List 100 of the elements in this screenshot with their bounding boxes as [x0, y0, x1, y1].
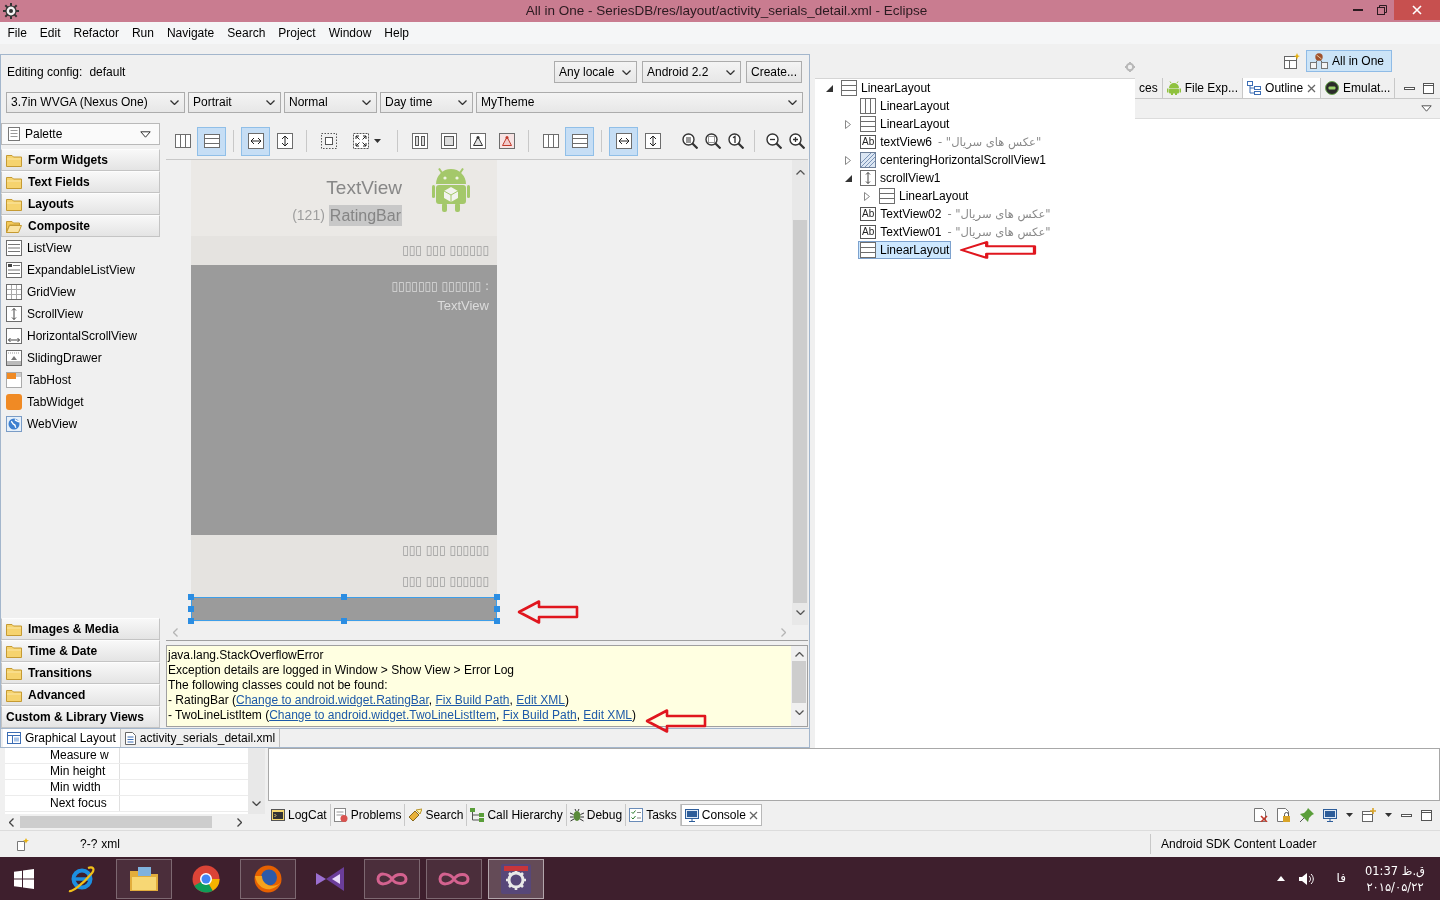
palette-category[interactable]: Time & Date — [1, 640, 160, 662]
palette-category[interactable]: Text Fields — [1, 171, 160, 193]
maximize-icon[interactable] — [1421, 809, 1432, 821]
editor-tab[interactable]: activity_serials_detail.xml — [120, 729, 281, 747]
locale-dropdown[interactable]: Any locale — [553, 61, 637, 83]
collapse-arrow-icon[interactable] — [844, 174, 852, 182]
tree-item[interactable]: LinearLayout — [877, 187, 971, 205]
page-lock-icon[interactable] — [1277, 808, 1291, 822]
minimize-icon[interactable] — [1401, 813, 1412, 817]
palette-category[interactable]: Advanced — [1, 684, 160, 706]
link[interactable]: Edit XML — [583, 708, 633, 722]
api-level-dropdown[interactable]: Android 2.2 — [641, 61, 741, 83]
resize-handle[interactable] — [341, 594, 347, 600]
input-language[interactable]: فا — [1336, 871, 1346, 886]
minimize-icon[interactable] — [1404, 86, 1415, 90]
scrollbar-thumb[interactable] — [792, 661, 806, 703]
tree-item[interactable]: scrollView1 — [858, 169, 943, 187]
link[interactable]: Fix Build Path — [502, 708, 577, 722]
palette-item[interactable]: GridView — [1, 281, 160, 303]
view-tab[interactable]: Console — [680, 804, 762, 826]
close-icon[interactable] — [748, 810, 758, 820]
orientation-dropdown[interactable]: Portrait — [188, 91, 281, 113]
perspective-button[interactable]: All in One — [1305, 50, 1392, 72]
tree-item[interactable]: centeringHorizontalScrollView1 — [858, 151, 1048, 169]
clock-time[interactable]: 01:37 ق.ظ — [1364, 862, 1426, 879]
caret-icon[interactable] — [1385, 813, 1392, 817]
menu-item[interactable]: Run — [125, 25, 161, 41]
device-dropdown[interactable]: 3.7in WVGA (Nexus One) — [6, 91, 185, 113]
scrollbar-thumb[interactable] — [793, 220, 807, 603]
taskbar-button[interactable] — [116, 858, 172, 899]
palette-item[interactable]: ScrollView — [1, 303, 160, 325]
palette-item[interactable]: TabHost — [1, 369, 160, 391]
window-plus-icon[interactable] — [1362, 808, 1376, 822]
gear-icon — [3, 3, 19, 19]
palette-item[interactable]: WebView — [1, 413, 160, 435]
expand-arrow-icon[interactable] — [864, 191, 870, 201]
palette-category[interactable]: Transitions — [1, 662, 160, 684]
editor-tab[interactable]: Graphical Layout — [3, 729, 121, 747]
expand-arrow-icon[interactable] — [845, 119, 851, 129]
resize-handle[interactable] — [341, 618, 347, 624]
tree-item[interactable]: LinearLayout — [858, 97, 952, 115]
link[interactable]: Fix Build Path — [435, 693, 510, 707]
view-tab[interactable]: Debug — [566, 804, 627, 826]
menu-item[interactable]: Navigate — [160, 25, 221, 41]
menu-item[interactable]: Window — [322, 25, 378, 41]
link[interactable]: Edit XML — [516, 693, 565, 707]
tree-item[interactable]: LinearLayout — [858, 241, 952, 259]
vertical-scrollbar[interactable] — [792, 160, 808, 625]
maximize-icon[interactable] — [1423, 82, 1434, 94]
palette-item[interactable]: ExpandableListView — [1, 259, 160, 281]
view-tab[interactable]: Call Hierarchy — [467, 804, 567, 826]
vertical-scrollbar[interactable] — [791, 646, 807, 726]
menu-item[interactable]: Search — [220, 25, 272, 41]
view-tab[interactable]: Outline — [1243, 78, 1322, 98]
view-tab[interactable]: ces — [1135, 78, 1163, 98]
speaker-icon[interactable] — [1298, 871, 1315, 886]
menu-item[interactable]: File — [1, 25, 34, 41]
view-tab[interactable]: Search — [405, 804, 468, 826]
palette-category[interactable]: Layouts — [1, 193, 160, 215]
close-button[interactable] — [1394, 0, 1440, 20]
palette-category[interactable]: Custom & Library Views — [1, 706, 160, 728]
palette-item[interactable]: ListView — [1, 237, 160, 259]
page-star-icon[interactable] — [17, 837, 29, 851]
menu-item[interactable]: Project — [271, 25, 323, 41]
palette-category[interactable]: Images & Media — [1, 618, 160, 640]
view-tab[interactable]: Tasks — [626, 804, 681, 826]
close-icon[interactable] — [1307, 83, 1317, 93]
collapse-arrow-icon[interactable] — [825, 84, 833, 92]
caret-icon[interactable] — [1346, 813, 1353, 817]
clock-date[interactable]: ۲۰۱۵/۰۵/۲۲ — [1364, 878, 1426, 895]
theme-dropdown[interactable]: MyTheme — [476, 91, 803, 113]
view-menu-icon[interactable] — [1421, 105, 1432, 112]
view-tab[interactable]: Problems — [330, 804, 406, 826]
menu-item[interactable]: Help — [377, 25, 416, 41]
palette-item[interactable]: SlidingDrawer — [1, 347, 160, 369]
tree-item[interactable]: LinearLayout — [858, 115, 952, 133]
link[interactable]: Change to android.widget.RatingBar — [236, 693, 429, 707]
expand-arrow-icon[interactable] — [845, 155, 851, 165]
palette-category[interactable]: Composite — [1, 215, 160, 237]
taskbar-button[interactable] — [240, 858, 296, 899]
create-button[interactable]: Create... — [745, 61, 802, 83]
page-cross-icon[interactable] — [1254, 808, 1268, 822]
palette-menu[interactable]: Palette — [1, 123, 160, 145]
view-tab[interactable]: Emulat... — [1321, 78, 1396, 98]
view-tab[interactable]: LogCat — [268, 804, 331, 826]
monitor-icon[interactable] — [1323, 808, 1337, 822]
vertical-scrollbar[interactable] — [248, 748, 265, 814]
scrollbar-thumb[interactable] — [20, 816, 212, 828]
palette-item[interactable]: TabWidget — [1, 391, 160, 413]
pin-icon[interactable] — [1300, 808, 1314, 822]
hatched-square-icon — [860, 152, 876, 168]
menu-item[interactable]: Edit — [33, 25, 68, 41]
time-dropdown[interactable]: Day time — [380, 91, 473, 113]
taskbar-button[interactable] — [488, 858, 544, 899]
menu-item[interactable]: Refactor — [67, 25, 126, 41]
link[interactable]: Change to android.widget.TwoLineListItem — [269, 708, 496, 722]
tree-item[interactable]: LinearLayout — [839, 79, 933, 97]
palette-category[interactable]: Form Widgets — [1, 149, 160, 171]
screen-mode-dropdown[interactable]: Normal — [284, 91, 377, 113]
palette-item[interactable]: HorizontalScrollView — [1, 325, 160, 347]
